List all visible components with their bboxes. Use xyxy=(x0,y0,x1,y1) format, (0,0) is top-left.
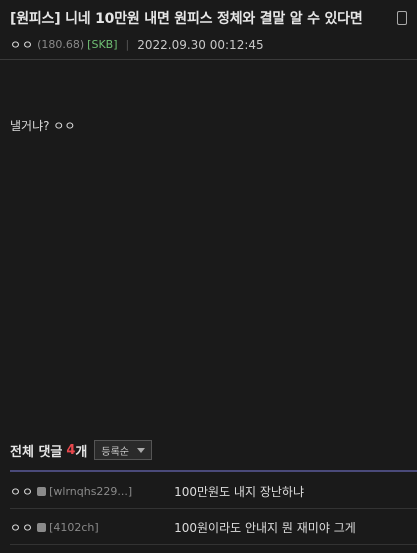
comment-author-nick[interactable]: ㅇㅇ xyxy=(10,483,34,500)
meta-divider: | xyxy=(125,38,130,51)
post-meta: ㅇㅇ (180.68) [SKB] | 2022.09.30 00:12:45 xyxy=(10,36,407,53)
comment-sort-label: 등록순 xyxy=(101,446,129,458)
comment-sort-select[interactable]: 등록순 xyxy=(94,440,152,460)
post-date: 2022.09.30 00:12:45 xyxy=(137,37,264,52)
comments-header: 전체 댓글 4 개 등록순 xyxy=(10,440,417,460)
comments-divider xyxy=(10,470,417,472)
author-nick[interactable]: ㅇㅇ xyxy=(10,36,34,53)
comment-row: ㅇㅇ [wlrnqhs229...] 100만원도 내지 장난하냐 xyxy=(10,474,417,509)
chevron-down-icon xyxy=(137,447,145,453)
comment-author-nick[interactable]: ㅇㅇ xyxy=(10,519,34,536)
user-badge-icon xyxy=(37,486,47,496)
user-badge-icon xyxy=(37,522,47,532)
author-ip: (180.68) xyxy=(37,38,85,51)
comment-text: 100만원도 내지 장난하냐 xyxy=(174,484,304,499)
comments-count: 4 xyxy=(66,442,76,458)
comment-text: 100원이라도 안내지 뭔 재미야 그게 xyxy=(174,520,356,535)
post-body: 낼거냐? ㅇㅇ xyxy=(10,119,76,133)
author-isp-tag: [SKB] xyxy=(87,38,118,51)
comment-author-id: [wlrnqhs229...] xyxy=(49,484,133,498)
post-header: [원피스] 니네 10만원 내면 원피스 정체와 결말 알 수 있다면 ㅇㅇ (… xyxy=(0,0,417,60)
mobile-icon xyxy=(397,11,407,25)
title-row: [원피스] 니네 10만원 내면 원피스 정체와 결말 알 수 있다면 xyxy=(10,8,407,28)
comment-author-id: [4102ch] xyxy=(49,520,99,534)
post-title: [원피스] 니네 10만원 내면 원피스 정체와 결말 알 수 있다면 xyxy=(10,11,363,27)
comment-row: ㅇㅇ [4102ch] 100원이라도 안내지 뭔 재미야 그게 xyxy=(10,510,417,545)
comments-count-unit: 개 xyxy=(75,444,88,460)
comments-title: 전체 댓글 xyxy=(10,444,63,460)
